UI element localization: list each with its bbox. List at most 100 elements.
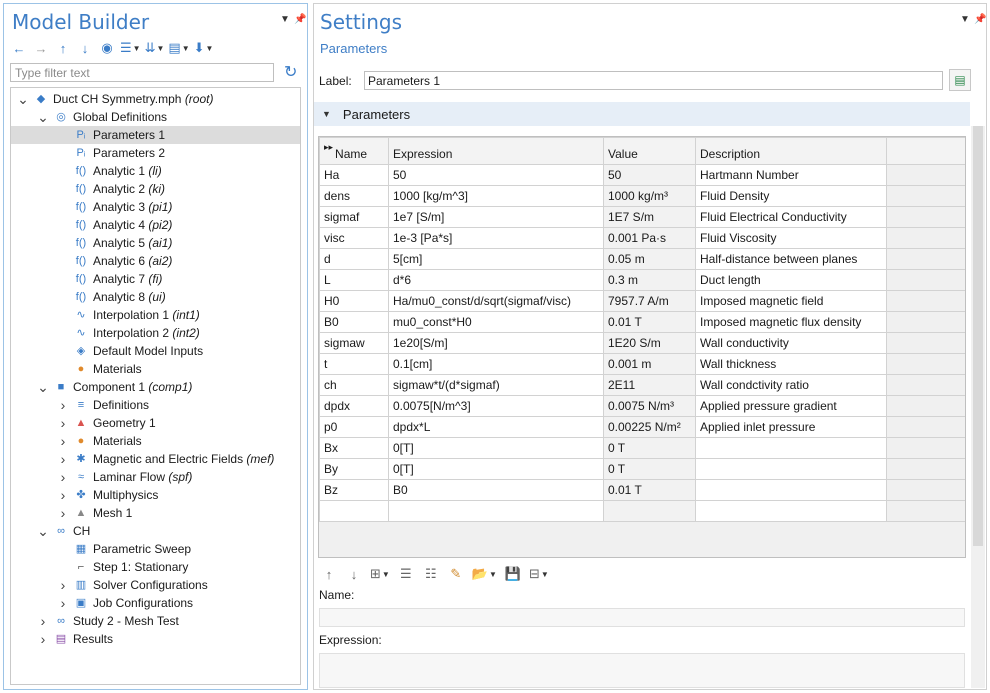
move-down-icon[interactable]: ↓: [76, 39, 94, 57]
expand-arrow-icon[interactable]: ›: [57, 414, 69, 432]
tree-node[interactable]: ◈ Default Model Inputs: [11, 342, 300, 360]
cell-expression[interactable]: 0[T]: [388, 437, 604, 459]
cell-expression[interactable]: 0.1[cm]: [388, 353, 604, 375]
tree-node[interactable]: ⌄ ◆ Duct CH Symmetry.mph (root): [11, 90, 300, 108]
tree-node[interactable]: ⌄ ∞ CH: [11, 522, 300, 540]
tree-node[interactable]: Pᵢ Parameters 2: [11, 144, 300, 162]
tree-node[interactable]: › ● Materials: [11, 432, 300, 450]
add-row-icon[interactable]: ⊞ ▼: [370, 565, 390, 583]
label-input[interactable]: [364, 71, 943, 90]
delete-rows-icon[interactable]: ☷: [422, 565, 440, 583]
cell-name[interactable]: ch: [319, 374, 389, 396]
cell-expression[interactable]: 1e-3 [Pa*s]: [388, 227, 604, 249]
collapse-arrow-icon[interactable]: ⌄: [37, 108, 49, 126]
tree-filter-input[interactable]: [10, 63, 274, 82]
cell-expression[interactable]: [388, 500, 604, 522]
cell-expression[interactable]: 0.0075[N/m^3]: [388, 395, 604, 417]
cell-expression[interactable]: 1e7 [S/m]: [388, 206, 604, 228]
move-up-icon[interactable]: ↑: [54, 39, 72, 57]
tree-node[interactable]: ⌄ ◎ Global Definitions: [11, 108, 300, 126]
settings-pin-icon[interactable]: 📌: [974, 14, 986, 25]
cell-expression[interactable]: 1000 [kg/m^3]: [388, 185, 604, 207]
tree-node[interactable]: › ▲ Geometry 1: [11, 414, 300, 432]
tree-node[interactable]: ▦ Parametric Sweep: [11, 540, 300, 558]
tree-node[interactable]: ∿ Interpolation 1 (int1): [11, 306, 300, 324]
tree-node[interactable]: f() Analytic 5 (ai1): [11, 234, 300, 252]
cell-expression[interactable]: mu0_const*H0: [388, 311, 604, 333]
cell-expression[interactable]: dpdx*L: [388, 416, 604, 438]
expand-columns-icon[interactable]: ▸▸: [324, 142, 333, 152]
table-row[interactable]: Ld*6 0.3 m Duct length: [319, 269, 965, 291]
expand-arrow-icon[interactable]: ›: [57, 504, 69, 522]
cell-name[interactable]: dens: [319, 185, 389, 207]
cell-description[interactable]: Hartmann Number: [695, 164, 887, 186]
tree-node[interactable]: › ▣ Job Configurations: [11, 594, 300, 612]
list-icon[interactable]: ☰: [397, 565, 415, 583]
cell-description[interactable]: Imposed magnetic field: [695, 290, 887, 312]
pane-menu-icon[interactable]: ▼: [280, 14, 290, 25]
table-row[interactable]: Bz B0 0.01 T: [319, 479, 965, 501]
cell-name[interactable]: visc: [319, 227, 389, 249]
expand-icon[interactable]: ⇊ ▼: [145, 39, 165, 57]
scrollbar-thumb[interactable]: [973, 126, 983, 546]
column-header-expression[interactable]: Expression: [388, 137, 604, 165]
table-row[interactable]: dpdx 0.0075[N/m^3] 0.0075 N/m³ Applied pres…: [319, 395, 965, 417]
cell-description[interactable]: [695, 479, 887, 501]
expression-field[interactable]: [319, 653, 965, 688]
tree-node[interactable]: ⌐ Step 1: Stationary: [11, 558, 300, 576]
cell-expression[interactable]: 5[cm]: [388, 248, 604, 270]
table-row[interactable]: B0 mu0_const*H0 0.01 T Imposed magnetic flu…: [319, 311, 965, 333]
expand-arrow-icon[interactable]: ›: [37, 630, 49, 648]
tree-node[interactable]: f() Analytic 8 (ui): [11, 288, 300, 306]
table-row[interactable]: d 5[cm] 0.05 m Half-distance between planes: [319, 248, 965, 270]
cell-description[interactable]: Half-distance between planes: [695, 248, 887, 270]
table-row[interactable]: visc 1e-3 [Pa*s] 0.001 Pa·s Fluid Viscosity: [319, 227, 965, 249]
cell-name[interactable]: t: [319, 353, 389, 375]
cell-expression[interactable]: Ha/mu0_const/d/sqrt(sigmaf/visc): [388, 290, 604, 312]
cell-description[interactable]: Fluid Viscosity: [695, 227, 887, 249]
expand-arrow-icon[interactable]: ›: [57, 594, 69, 612]
tree-node[interactable]: › ▲ Mesh 1: [11, 504, 300, 522]
cell-expression[interactable]: 0[T]: [388, 458, 604, 480]
pin-icon[interactable]: 📌: [294, 14, 306, 25]
table-row[interactable]: sigmaw 1e20[S/m] 1E20 S/m Wall conductivity: [319, 332, 965, 354]
tree-node[interactable]: › ≡ Definitions: [11, 396, 300, 414]
tree-node[interactable]: ● Materials: [11, 360, 300, 378]
expand-arrow-icon[interactable]: ›: [57, 432, 69, 450]
clear-icon[interactable]: ✎: [447, 565, 465, 583]
tree-node[interactable]: ∿ Interpolation 2 (int2): [11, 324, 300, 342]
cell-name[interactable]: Bx: [319, 437, 389, 459]
tree-node[interactable]: f() Analytic 6 (ai2): [11, 252, 300, 270]
cell-expression[interactable]: B0: [388, 479, 604, 501]
table-row[interactable]: [319, 500, 965, 522]
cell-name[interactable]: Ha: [319, 164, 389, 186]
column-header-name[interactable]: ▸▸ Name: [319, 137, 389, 165]
cell-name[interactable]: H0: [319, 290, 389, 312]
table-row[interactable]: H0 Ha/mu0_const/d/sqrt(sigmaf/visc) 7957.7…: [319, 290, 965, 312]
column-header-description[interactable]: Description: [695, 137, 887, 165]
save-icon[interactable]: 💾: [504, 565, 522, 583]
table-row[interactable]: Ha 50 50 Hartmann Number: [319, 164, 965, 186]
cell-description[interactable]: Wall conductivity: [695, 332, 887, 354]
collapse-arrow-icon[interactable]: ⌄: [37, 522, 49, 540]
name-field[interactable]: [319, 608, 965, 627]
cell-description[interactable]: Applied inlet pressure: [695, 416, 887, 438]
cell-expression[interactable]: 50: [388, 164, 604, 186]
cell-name[interactable]: L: [319, 269, 389, 291]
view-options-icon[interactable]: ▤ ▼: [168, 39, 189, 57]
tree-node[interactable]: Pᵢ Parameters 1: [11, 126, 300, 144]
tree-node[interactable]: f() Analytic 3 (pi1): [11, 198, 300, 216]
cell-name[interactable]: p0: [319, 416, 389, 438]
tree-node[interactable]: ⌄ ■ Component 1 (comp1): [11, 378, 300, 396]
table-row[interactable]: By 0[T] 0 T: [319, 458, 965, 480]
table-row[interactable]: ch sigmaw*t/(d*sigmaf) 2E11 Wall condctivit…: [319, 374, 965, 396]
tree-node[interactable]: f() Analytic 7 (fi): [11, 270, 300, 288]
back-arrow-icon[interactable]: ←: [10, 39, 28, 57]
cell-description[interactable]: [695, 437, 887, 459]
expand-arrow-icon[interactable]: ›: [57, 396, 69, 414]
expand-arrow-icon[interactable]: ›: [57, 486, 69, 504]
cell-name[interactable]: Bz: [319, 479, 389, 501]
cell-name[interactable]: d: [319, 248, 389, 270]
tree-node[interactable]: › ≈ Laminar Flow (spf): [11, 468, 300, 486]
cell-name[interactable]: sigmaw: [319, 332, 389, 354]
